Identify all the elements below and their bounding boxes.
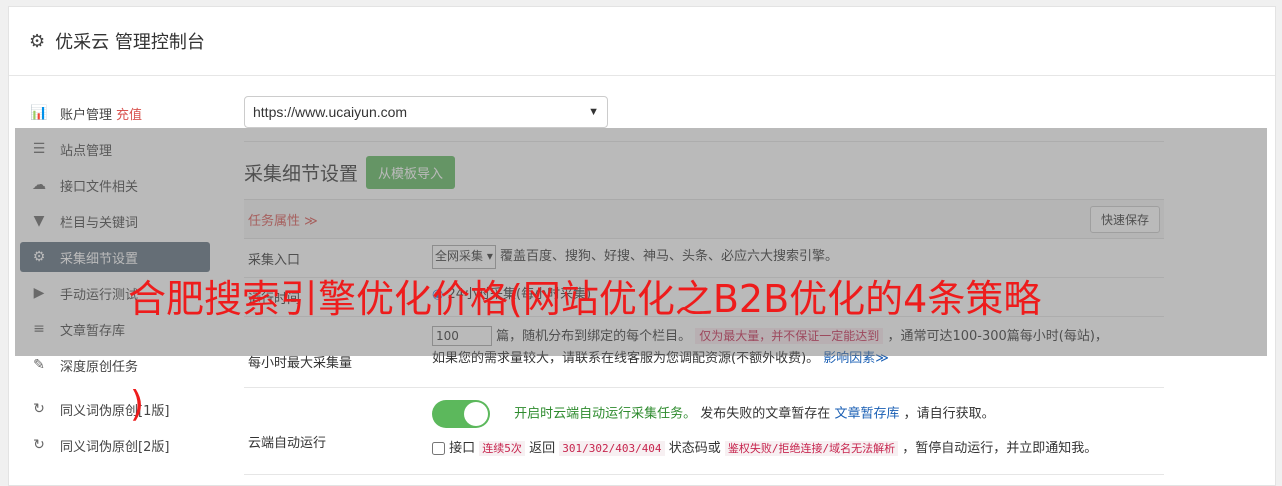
sidebar-item-synonym-v1[interactable]: ↻ 同义词伪原创[1版] <box>20 394 210 424</box>
iface-prefix: 接口 <box>449 441 476 456</box>
page-header: ⚙ 优采云 管理控制台 <box>9 7 1275 76</box>
overlay-paren: ) <box>130 384 145 425</box>
chevron-down-icon: ▼ <box>588 106 599 118</box>
article-store-link[interactable]: 文章暂存库 <box>834 407 899 422</box>
cloud-row: 云端自动运行 开启时云端自动运行采集任务。 发布失败的文章暂存在 文章暂存库 ，… <box>244 388 1164 475</box>
cloud-toggle[interactable] <box>432 400 490 428</box>
overlay-title: 合肥搜索引擎优化价格(网站优化之B2B优化的4条策略 <box>128 277 1042 321</box>
toggle-knob <box>464 402 488 426</box>
sidebar-item-label: 同义词伪原创[1版] <box>60 403 170 419</box>
gear-icon: ⚙ <box>29 30 46 52</box>
iface-mid1: 返回 <box>529 441 556 456</box>
page-title: 优采云 管理控制台 <box>55 32 205 53</box>
cloud-label: 云端自动运行 <box>248 435 327 451</box>
sidebar-item-label: 深度原创任务 <box>60 359 139 375</box>
sidebar-item-label: 同义词伪原创[2版] <box>60 439 170 455</box>
iface-code: 301/302/403/404 <box>559 441 665 456</box>
interface-notice: 接口 连续5次 返回 301/302/403/404 状态码或 鉴权失败/拒绝连… <box>432 438 1164 460</box>
site-select-value: https://www.ucaiyun.com <box>253 104 408 120</box>
refresh-icon: ↻ <box>33 401 45 417</box>
interface-checkbox[interactable] <box>432 442 445 455</box>
sidebar-item-synonym-v2[interactable]: ↻ 同义词伪原创[2版] <box>20 430 210 460</box>
edit-icon: ✎ <box>33 357 45 373</box>
bar-chart-icon: 📊 <box>30 105 48 121</box>
sidebar-item-label: 账户管理 <box>60 107 113 123</box>
site-select[interactable]: https://www.ucaiyun.com ▼ <box>244 96 608 128</box>
iface-tag1: 连续5次 <box>479 441 525 456</box>
iface-tag2: 鉴权失败/拒绝连接/域名无法解析 <box>724 441 899 456</box>
cloud-green-text: 开启时云端自动运行采集任务。 <box>514 406 697 422</box>
cloud-desc2: ，请自行获取。 <box>903 406 995 422</box>
cloud-value: 开启时云端自动运行采集任务。 发布失败的文章暂存在 文章暂存库 ，请自行获取。 … <box>432 388 1164 474</box>
recharge-link[interactable]: 充值 <box>116 104 142 123</box>
iface-end: ，暂停自动运行，并立即通知我。 <box>902 441 1098 456</box>
sidebar-item-account[interactable]: 📊 账户管理 充值 <box>20 98 210 128</box>
cloud-desc1: 发布失败的文章暂存在 <box>700 406 831 422</box>
iface-mid2: 状态码或 <box>668 441 721 456</box>
refresh-icon: ↻ <box>33 437 45 453</box>
